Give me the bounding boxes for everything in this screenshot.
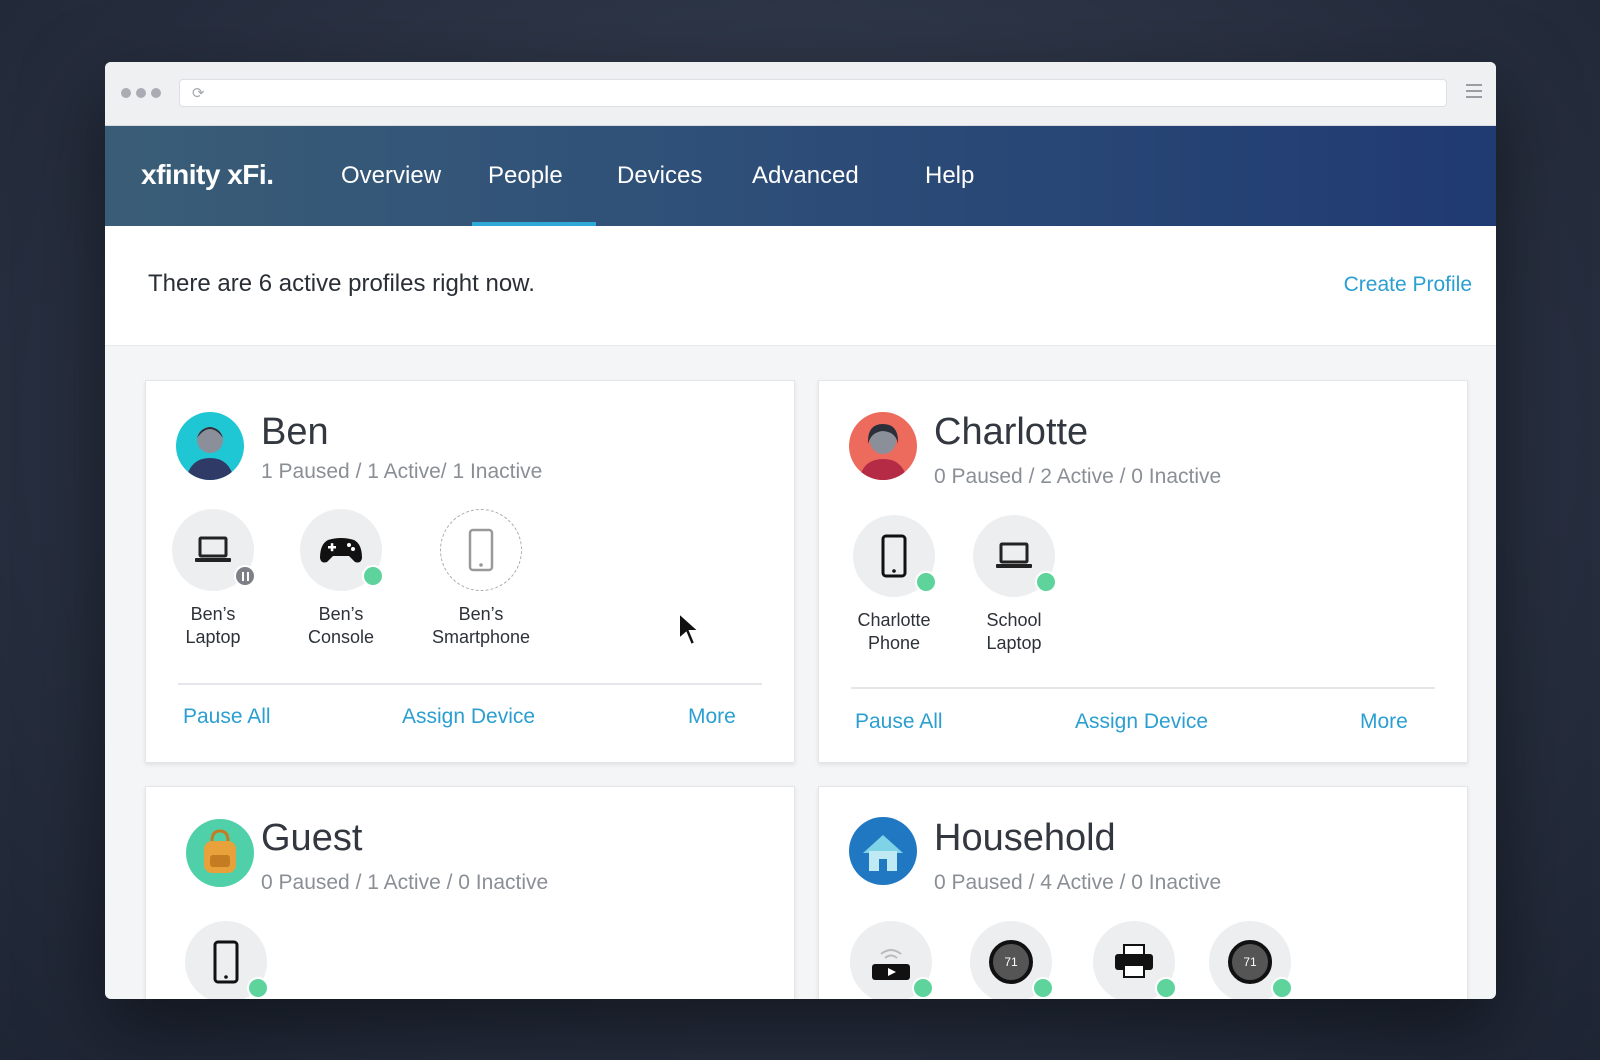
- smartphone-icon: [468, 528, 494, 572]
- top-navigation: xfinity xFi. Overview People Devices Adv…: [105, 126, 1496, 226]
- laptop-icon: [996, 542, 1032, 568]
- profile-card-charlotte: Charlotte 0 Paused / 2 Active / 0 Inacti…: [818, 380, 1468, 763]
- xfinity-logo: xfinity xFi.: [141, 159, 274, 190]
- laptop-icon: [195, 536, 231, 562]
- more-button[interactable]: More: [688, 705, 736, 729]
- tab-help[interactable]: Help: [925, 162, 974, 190]
- window-dot-icon[interactable]: [151, 88, 161, 98]
- profile-stats: 1 Paused / 1 Active/ 1 Inactive: [261, 460, 543, 483]
- active-status-icon: [1035, 571, 1057, 593]
- pause-all-button[interactable]: Pause All: [183, 705, 271, 729]
- pause-all-button[interactable]: Pause All: [855, 710, 943, 734]
- profile-name: Guest: [261, 817, 363, 859]
- card-divider: [178, 683, 762, 685]
- device-bens-laptop[interactable]: Ben’s Laptop: [158, 509, 268, 649]
- profile-stats: 0 Paused / 4 Active / 0 Inactive: [934, 871, 1222, 894]
- summary-bar: There are 6 active profiles right now. C…: [105, 226, 1496, 346]
- window-controls[interactable]: [121, 88, 161, 98]
- address-bar[interactable]: ⟳: [179, 79, 1447, 107]
- tab-devices[interactable]: Devices: [617, 162, 702, 190]
- active-status-icon: [1155, 977, 1177, 999]
- person-avatar-icon: [849, 412, 917, 480]
- card-divider: [851, 687, 1435, 689]
- assign-device-button[interactable]: Assign Device: [1075, 710, 1208, 734]
- device-school-laptop[interactable]: School Laptop: [959, 515, 1069, 655]
- device-bens-console[interactable]: Ben’s Console: [286, 509, 396, 649]
- tab-advanced[interactable]: Advanced: [752, 162, 859, 190]
- active-status-icon: [1271, 977, 1293, 999]
- profile-name: Ben: [261, 411, 329, 453]
- gamepad-icon: [320, 538, 362, 563]
- house-icon: [849, 817, 917, 885]
- profile-card-ben: Ben 1 Paused / 1 Active/ 1 Inactive Ben’…: [145, 380, 795, 763]
- browser-chrome: ⟳: [105, 62, 1496, 126]
- device-bens-smartphone[interactable]: Ben’s Smartphone: [421, 509, 541, 649]
- profile-name: Charlotte: [934, 411, 1089, 453]
- hamburger-menu-icon[interactable]: [1466, 84, 1482, 102]
- thermostat-icon: 71: [1228, 940, 1272, 984]
- printer-icon: [1115, 944, 1153, 978]
- smartphone-icon: [881, 534, 907, 578]
- streaming-box-icon: [872, 949, 910, 980]
- window-dot-icon[interactable]: [121, 88, 131, 98]
- tab-overview[interactable]: Overview: [341, 162, 441, 190]
- paused-status-icon: [234, 565, 256, 587]
- device-household-printer[interactable]: [1079, 921, 1189, 999]
- profile-stats: 0 Paused / 1 Active / 0 Inactive: [261, 871, 549, 894]
- profile-card-guest: Guest 0 Paused / 1 Active / 0 Inactive: [145, 786, 795, 999]
- mouse-cursor-icon: [678, 611, 701, 647]
- thermostat-icon: 71: [989, 940, 1033, 984]
- device-household-streamer[interactable]: [836, 921, 946, 999]
- reload-icon[interactable]: ⟳: [192, 84, 205, 102]
- device-guest-phone[interactable]: [171, 921, 281, 999]
- tab-people[interactable]: People: [488, 162, 563, 190]
- active-status-icon: [1032, 977, 1054, 999]
- window-dot-icon[interactable]: [136, 88, 146, 98]
- profile-card-household: Household 0 Paused / 4 Active / 0 Inacti…: [818, 786, 1468, 999]
- active-status-icon: [912, 977, 934, 999]
- profile-stats: 0 Paused / 2 Active / 0 Inactive: [934, 465, 1222, 488]
- active-status-icon: [247, 977, 269, 999]
- device-household-thermostat-1[interactable]: 71: [956, 921, 1066, 999]
- active-status-icon: [915, 571, 937, 593]
- create-profile-link[interactable]: Create Profile: [1344, 273, 1472, 297]
- person-avatar-icon: [176, 412, 244, 480]
- active-status-icon: [362, 565, 384, 587]
- backpack-icon: [186, 819, 254, 887]
- smartphone-icon: [213, 940, 239, 984]
- profile-name: Household: [934, 817, 1116, 859]
- device-charlotte-phone[interactable]: Charlotte Phone: [836, 515, 952, 655]
- active-profiles-summary: There are 6 active profiles right now.: [148, 270, 535, 297]
- device-household-thermostat-2[interactable]: 71: [1195, 921, 1305, 999]
- more-button[interactable]: More: [1360, 710, 1408, 734]
- browser-window: ⟳ xfinity xFi. Overview People Devices A…: [105, 62, 1496, 999]
- assign-device-button[interactable]: Assign Device: [402, 705, 535, 729]
